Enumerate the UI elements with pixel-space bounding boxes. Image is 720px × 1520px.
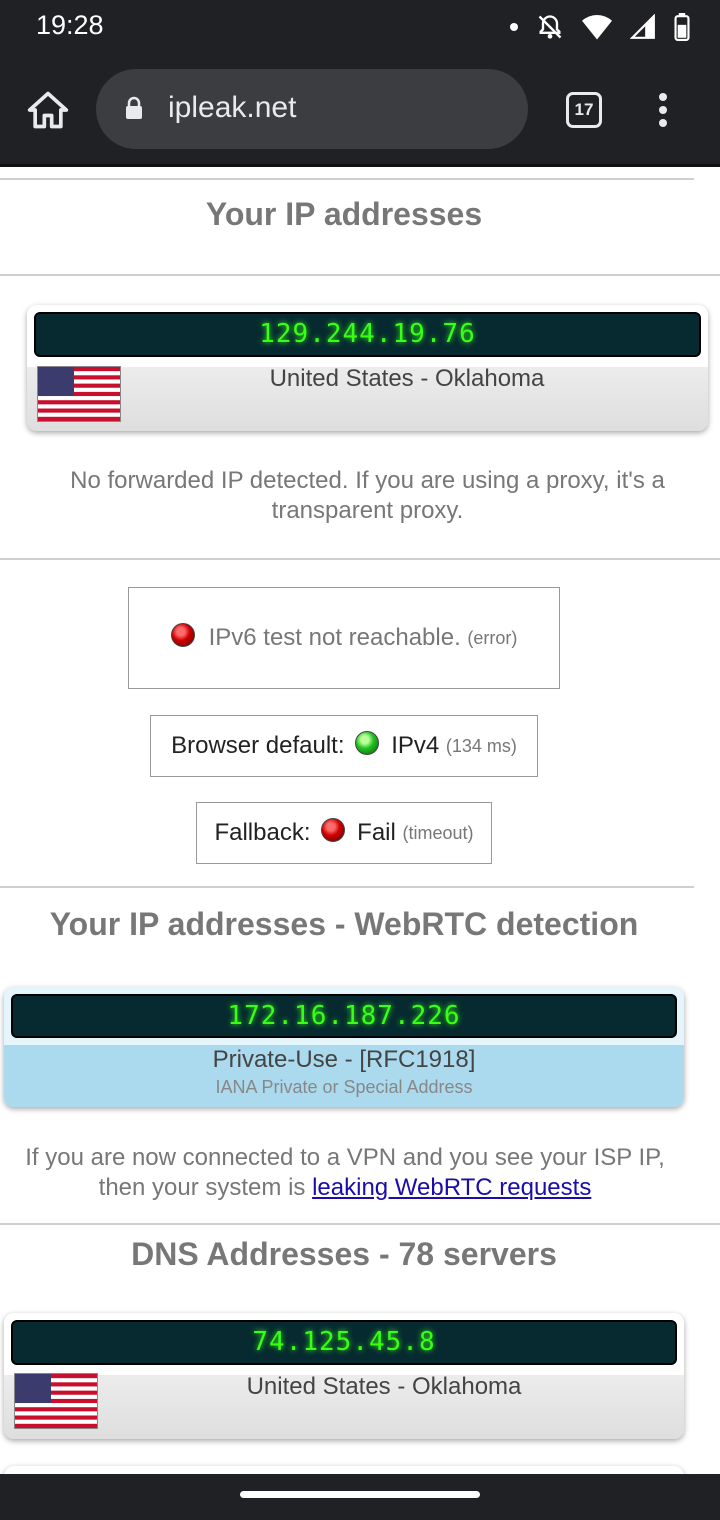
divider xyxy=(0,886,694,888)
fallback-detail: (timeout) xyxy=(402,822,474,843)
status-red-icon xyxy=(321,818,346,842)
address-bar[interactable]: ipleak.net xyxy=(96,69,528,149)
notification-dot-icon xyxy=(510,23,518,31)
ipv6-test-detail: (error) xyxy=(467,627,518,648)
webrtc-section-title: Your IP addresses - WebRTC detection xyxy=(49,906,639,942)
status-time: 19:28 xyxy=(36,10,104,40)
status-red-icon xyxy=(170,623,195,647)
webrtc-ip-display: 172.16.187.226 xyxy=(11,994,677,1038)
home-icon[interactable] xyxy=(26,88,70,132)
ip-section-title: Your IP addresses xyxy=(205,196,483,232)
do-not-disturb-icon xyxy=(538,15,562,39)
home-gesture-handle[interactable] xyxy=(240,1491,480,1498)
ipv6-test-label: IPv6 test not reachable. xyxy=(208,624,461,651)
dns-ip-card: 74.125.45.8 United States - Oklahoma xyxy=(4,1313,684,1439)
dns-ip-display: 74.125.45.8 xyxy=(11,1320,677,1365)
forwarded-ip-note: No forwarded IP detected. If you are usi… xyxy=(70,467,665,524)
status-bar: 19:28 xyxy=(0,0,720,56)
tab-switcher-button[interactable]: 17 xyxy=(566,92,602,128)
divider xyxy=(0,1223,720,1225)
status-icons xyxy=(510,10,690,44)
lock-icon xyxy=(126,96,142,119)
browser-toolbar: ipleak.net 17 xyxy=(0,56,720,164)
webrtc-ip-card: 172.16.187.226 Private-Use - [RFC1918] I… xyxy=(4,987,684,1107)
browser-default-protocol: IPv4 xyxy=(391,732,440,759)
wifi-icon xyxy=(582,15,612,40)
divider xyxy=(0,274,720,276)
more-menu-icon[interactable] xyxy=(656,92,670,128)
toolbar-divider xyxy=(0,164,720,167)
cell-signal-icon xyxy=(630,14,655,39)
fallback-box: Fallback: Fail (timeout) xyxy=(196,802,492,864)
ip-location: United States - Oklahoma xyxy=(269,365,545,392)
ip-card: 129.244.19.76 United States - Oklahoma xyxy=(27,305,708,431)
leaking-webrtc-link[interactable]: leaking WebRTC requests xyxy=(312,1174,591,1201)
url-text[interactable]: ipleak.net xyxy=(168,91,296,125)
browser-default-detail: (134 ms) xyxy=(445,735,517,756)
us-flag-icon xyxy=(37,366,121,422)
us-flag-icon xyxy=(14,1373,98,1429)
battery-icon xyxy=(674,13,690,41)
dns-section-title: DNS Addresses - 78 servers xyxy=(131,1236,557,1272)
ipv6-test-box: IPv6 test not reachable. (error) xyxy=(128,587,560,689)
browser-default-box: Browser default: IPv4 (134 ms) xyxy=(150,715,538,777)
divider xyxy=(0,558,720,560)
webrtc-note: If you are now connected to a VPN and yo… xyxy=(0,1143,690,1203)
webrtc-ip-type: Private-Use - [RFC1918] xyxy=(212,1046,476,1073)
ip-display: 129.244.19.76 xyxy=(34,312,701,357)
fallback-label: Fallback: xyxy=(214,819,311,846)
webrtc-ip-subtype: IANA Private or Special Address xyxy=(215,1077,473,1097)
fallback-result: Fail xyxy=(357,819,396,846)
divider xyxy=(0,178,694,180)
dns-ip-location: United States - Oklahoma xyxy=(246,1373,522,1400)
status-green-icon xyxy=(355,731,380,755)
browser-default-label: Browser default: xyxy=(171,732,345,759)
